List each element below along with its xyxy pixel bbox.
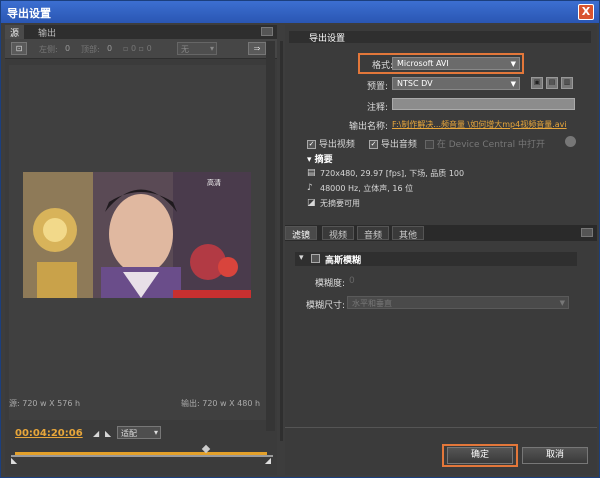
video-summary-icon: ▤ [307, 168, 316, 178]
blur-dimension-select[interactable]: 水平和垂直 ▼ [347, 296, 569, 309]
format-select[interactable]: Microsoft AVI ▼ [392, 57, 520, 70]
import-preset-icon[interactable]: ▤ [546, 77, 558, 89]
blur-dimension-label: 模糊尺寸: [305, 301, 345, 311]
output-name-link[interactable]: F:\制作解决...频音量 \如何增大mp4视频音量.avi [392, 119, 567, 130]
preset-label: 预置: [366, 82, 388, 92]
summary-heading[interactable]: ▾ 摘要 [307, 152, 333, 165]
source-panel: 源 输出 ⊡ 左侧: 0 顶部: 0 ▫ 0 ▫ 0 无 ▾ ⇒ 高清 源: 7… [5, 25, 277, 475]
tab-filters[interactable]: 滤镜 [285, 226, 318, 241]
left-label: 左侧: [39, 45, 58, 54]
tab-audio[interactable]: 音频 [357, 226, 390, 241]
timeline-track [11, 455, 273, 457]
export-frame-button[interactable]: ⇒ [248, 42, 266, 55]
device-central-checkbox[interactable]: 在 Device Central 中打开 [425, 137, 545, 150]
out-point-icon[interactable]: ◢ [265, 456, 271, 465]
source-tabs: 源 输出 [5, 25, 277, 39]
tab-output[interactable]: 输出 [33, 25, 61, 39]
panel-menu-icon[interactable] [261, 27, 273, 36]
export-settings-window: 导出设置 X 源 输出 ⊡ 左侧: 0 顶部: 0 ▫ 0 ▫ 0 无▾ ⇒ [0, 0, 600, 478]
output-dimensions: 输出: 720 w X 480 h [181, 399, 261, 408]
video-frame: 高清 [23, 172, 251, 298]
mark-out-icon[interactable]: ◣ [105, 429, 111, 438]
timeline[interactable]: ◣ ◢ [11, 444, 273, 468]
delete-preset-icon[interactable]: ▥ [561, 77, 573, 89]
tab-source[interactable]: 源 [5, 25, 25, 39]
right-crop-icon[interactable]: ▫ 0 ▫ 0 [123, 44, 152, 53]
comments-label: 注释: [366, 103, 388, 113]
cancel-button[interactable]: 取消 [522, 447, 588, 464]
settings-menu-icon[interactable] [581, 228, 593, 237]
save-preset-icon[interactable]: ▣ [531, 77, 543, 89]
filter-enable-checkbox[interactable] [311, 254, 320, 263]
filter-header: ▾ 高斯模糊 [295, 252, 577, 266]
source-dimensions: 源: 720 w X 576 h [9, 399, 81, 408]
ok-button[interactable]: 确定 [447, 447, 513, 464]
tab-video[interactable]: 视频 [322, 226, 355, 241]
left-value[interactable]: 0 [65, 44, 70, 53]
output-name-label: 输出名称: [348, 122, 388, 132]
collapse-icon[interactable]: ▾ [299, 253, 304, 263]
in-point-icon[interactable]: ◣ [11, 456, 17, 465]
footer-divider [285, 427, 597, 428]
crop-mode-select[interactable]: 无 ▾ [177, 42, 217, 55]
top-value[interactable]: 0 [107, 44, 112, 53]
title-bar: 导出设置 X [1, 1, 599, 23]
settings-tabs: 滤镜 视频 音频 其他 [285, 225, 597, 241]
crop-icon[interactable]: ⊡ [11, 42, 27, 55]
preset-select[interactable]: NTSC DV ▼ [392, 77, 520, 90]
top-label: 顶部: [81, 45, 100, 54]
mark-in-icon[interactable]: ◢ [93, 429, 99, 438]
export-audio-checkbox[interactable]: ✓ 导出音频 [369, 137, 417, 150]
audio-summary-icon: ♪ [307, 183, 313, 193]
zoom-select[interactable]: 适配 ▾ [117, 426, 161, 439]
blur-amount-value[interactable]: 0 [349, 276, 355, 286]
export-video-checkbox[interactable]: ✓ 导出视频 [307, 137, 355, 150]
video-still-image [23, 172, 251, 298]
close-button[interactable]: X [578, 4, 594, 20]
bitrate-summary-icon: ◪ [307, 198, 316, 208]
crop-toolbar: ⊡ 左侧: 0 顶部: 0 ▫ 0 ▫ 0 无 ▾ ⇒ [5, 39, 277, 59]
audio-summary: 48000 Hz, 立体声, 16 位 [320, 184, 414, 193]
video-corner-label: 高清 [207, 179, 221, 187]
no-summary-text: 无摘要可用 [320, 199, 360, 208]
info-icon[interactable] [565, 136, 576, 147]
tab-others[interactable]: 其他 [392, 226, 425, 241]
vertical-scrollbar[interactable] [266, 41, 275, 431]
panel-splitter[interactable] [280, 41, 283, 441]
timecode-display[interactable]: 00:04:20:06 [15, 428, 83, 439]
export-settings-heading: 导出设置 [289, 31, 591, 44]
comments-input[interactable] [392, 98, 575, 110]
video-summary: 720x480, 29.97 [fps], 下场, 品质 100 [320, 169, 465, 178]
filter-title: 高斯模糊 [325, 256, 362, 266]
blur-amount-label: 模糊度: [314, 279, 345, 289]
window-title: 导出设置 [7, 7, 51, 20]
settings-panel: 导出设置 格式: Microsoft AVI ▼ 预置: NTSC DV ▼ ▣ ▤… [285, 25, 597, 475]
